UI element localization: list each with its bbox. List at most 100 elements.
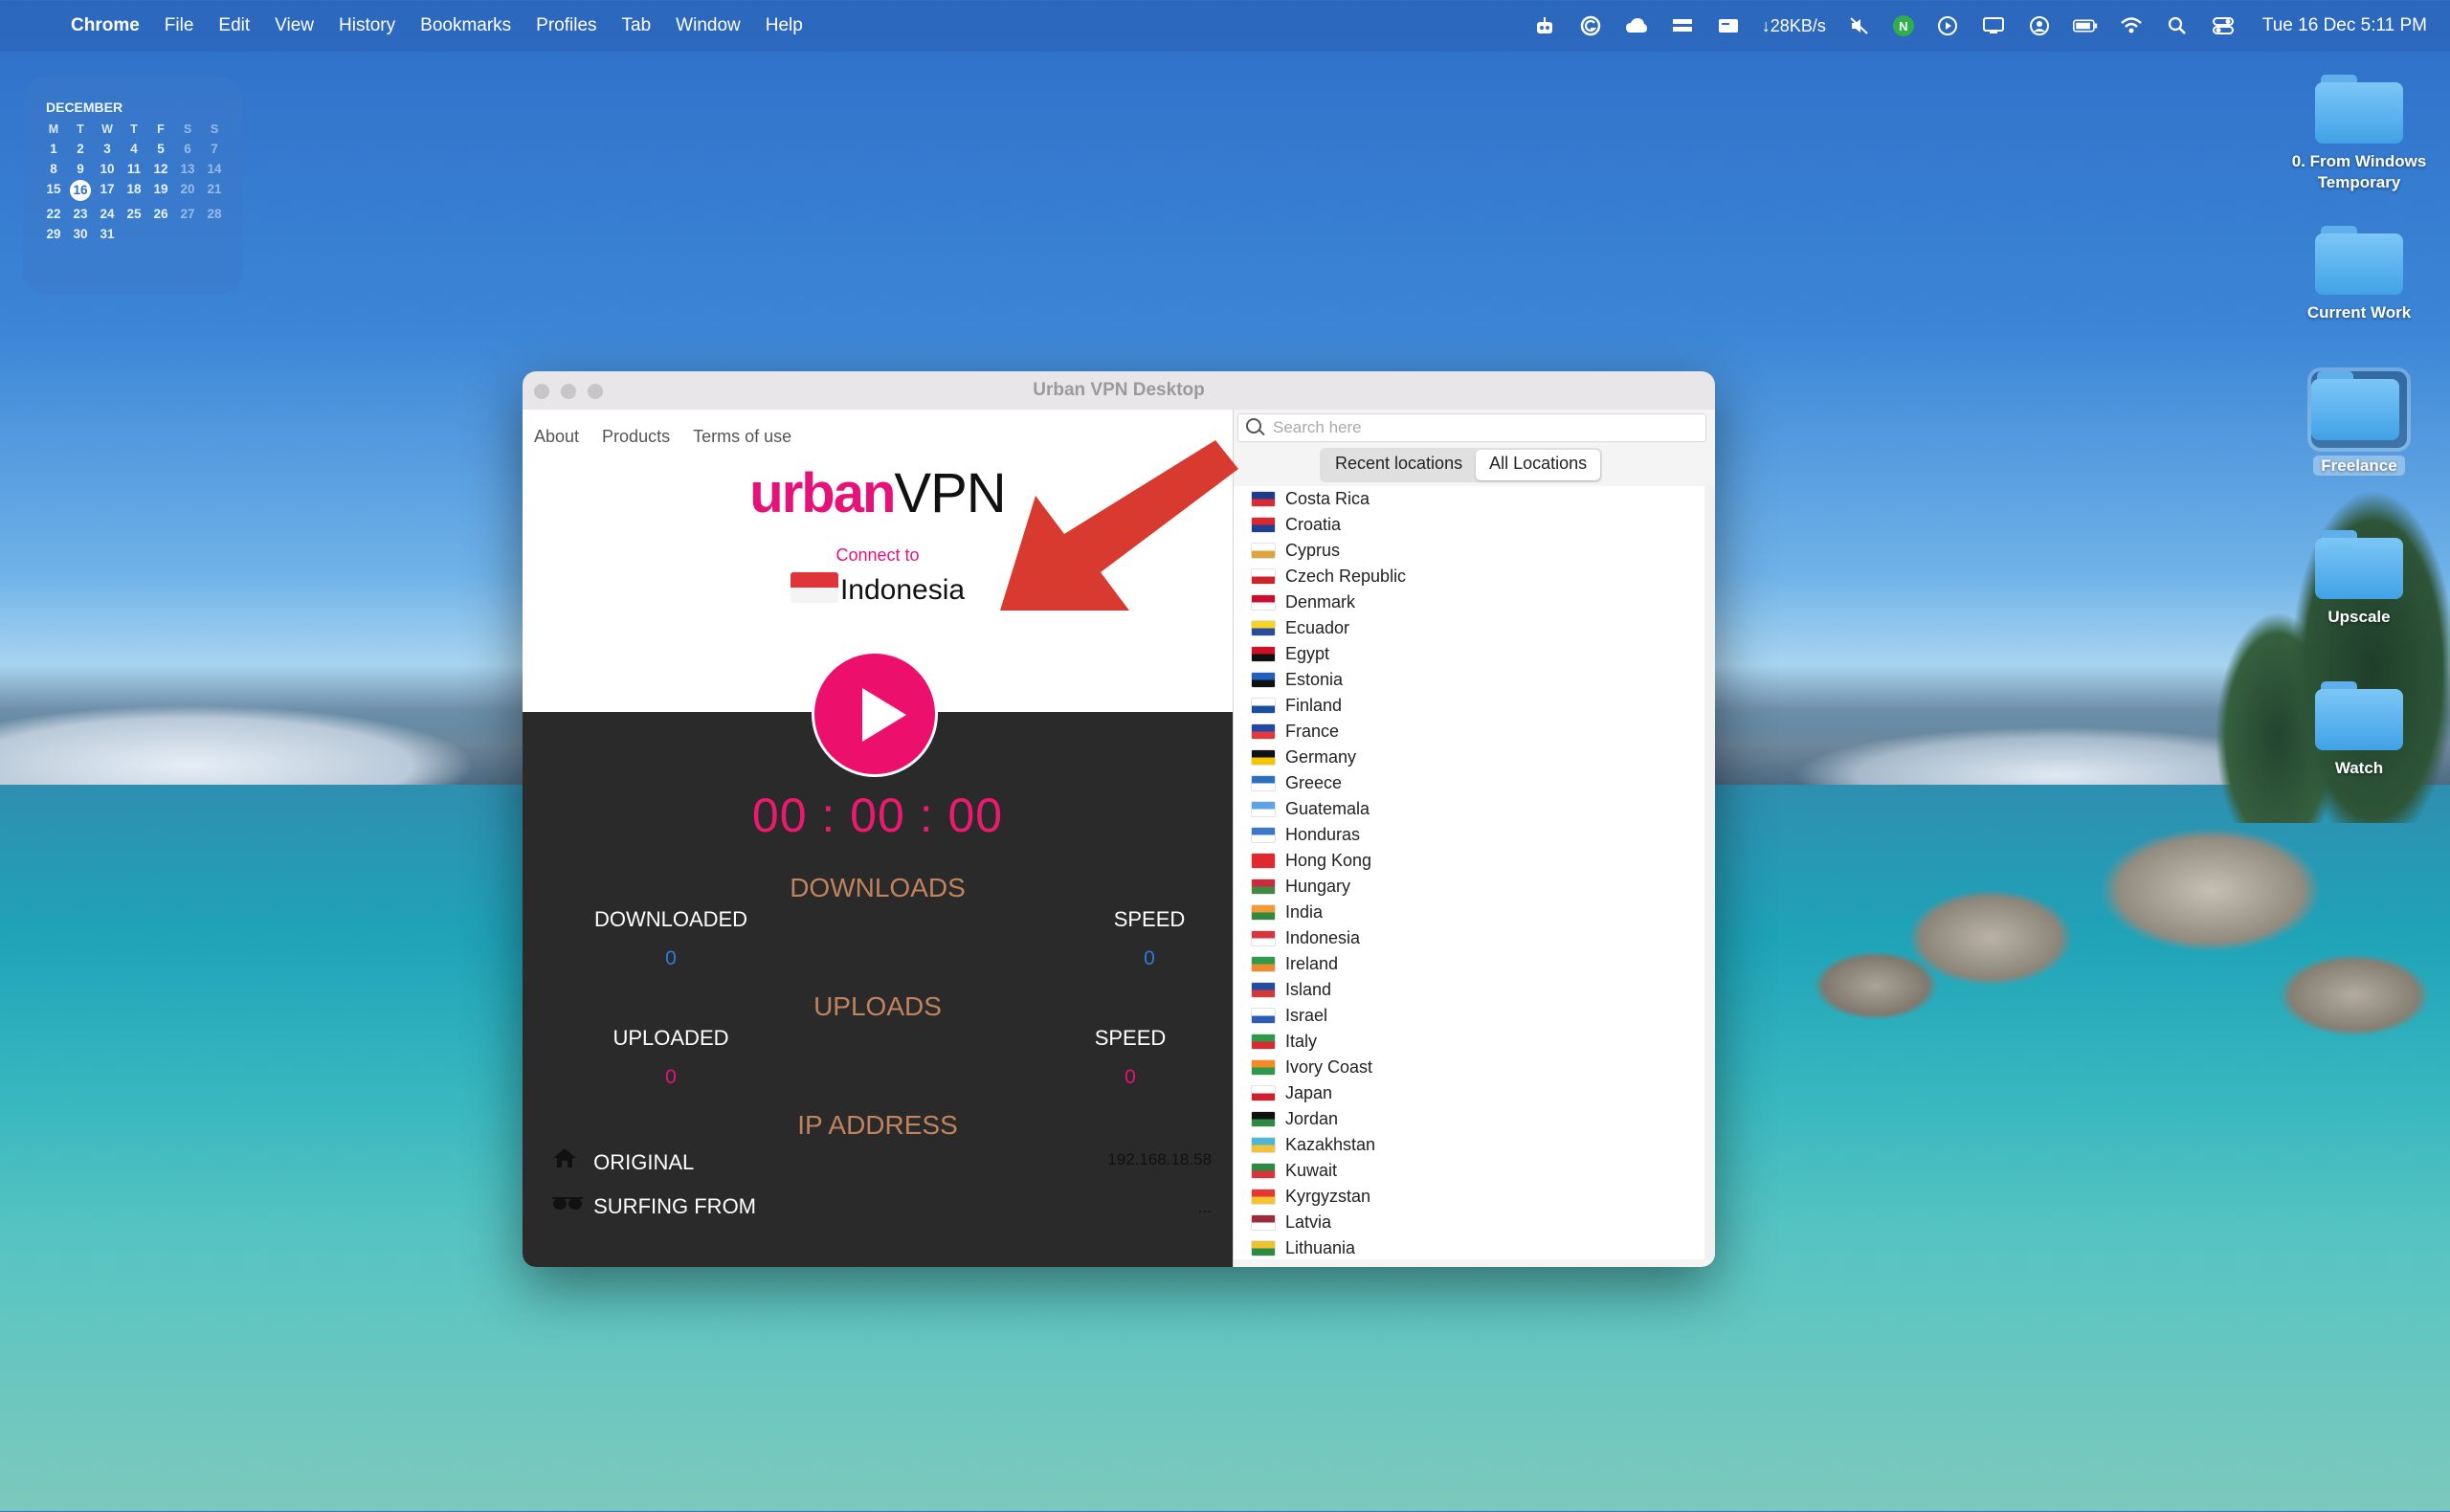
- country-flag-icon: [1251, 672, 1276, 688]
- location-item[interactable]: Kuwait: [1234, 1158, 1704, 1184]
- mute-icon[interactable]: [1847, 16, 1872, 35]
- location-item[interactable]: Hong Kong: [1234, 848, 1704, 874]
- calendar-today: 16: [70, 180, 91, 201]
- location-name: Island: [1285, 980, 1332, 999]
- menu-history[interactable]: History: [339, 15, 395, 36]
- location-list-scrollbar[interactable]: [1706, 486, 1715, 1259]
- location-item[interactable]: Indonesia: [1234, 925, 1704, 951]
- location-item[interactable]: Denmark: [1234, 589, 1704, 615]
- cloud-upload-icon[interactable]: [1624, 16, 1649, 35]
- wifi-icon[interactable]: [2119, 16, 2144, 35]
- location-name: Kyrgyzstan: [1285, 1187, 1371, 1206]
- location-item[interactable]: Costa Rica: [1234, 486, 1704, 512]
- location-name: Japan: [1285, 1083, 1333, 1102]
- location-item[interactable]: Ireland: [1234, 951, 1704, 977]
- location-name: Finland: [1285, 696, 1343, 715]
- location-item[interactable]: Hungary: [1234, 874, 1704, 900]
- menu-tab[interactable]: Tab: [622, 15, 652, 36]
- location-name: Kazakhstan: [1285, 1135, 1376, 1154]
- battery-icon[interactable]: [2072, 16, 2098, 35]
- country-flag-icon: [1251, 1034, 1276, 1050]
- folder-icon: [2315, 226, 2403, 295]
- display-icon[interactable]: [1981, 16, 2006, 35]
- desktop-folder-watch[interactable]: Watch: [2263, 681, 2450, 779]
- country-flag-icon: [1251, 1137, 1276, 1153]
- location-item[interactable]: Guatemala: [1234, 796, 1704, 822]
- calendar-day: 17: [100, 182, 115, 196]
- desktop-folder-from-windows[interactable]: 0. From Windows Temporary: [2263, 75, 2450, 193]
- menu-bookmarks[interactable]: Bookmarks: [420, 15, 511, 36]
- location-item[interactable]: Kyrgyzstan: [1234, 1184, 1704, 1210]
- desktop-folder-current-work[interactable]: Current Work: [2263, 226, 2450, 323]
- stack-icon[interactable]: [1670, 16, 1695, 35]
- play-circle-icon[interactable]: [1935, 16, 1960, 35]
- tab-all-locations[interactable]: All Locations: [1476, 450, 1601, 480]
- location-list[interactable]: Costa Rica Croatia Cyprus Czech Republic Den…: [1234, 486, 1704, 1259]
- location-item[interactable]: India: [1234, 900, 1704, 925]
- tab-recent-locations[interactable]: Recent locations: [1322, 450, 1476, 480]
- calendar-day: 10: [100, 162, 115, 176]
- calendar-weekday: F: [157, 122, 165, 136]
- calendar-grid: M T W T F S S 1 2 3 4 5 6 7 8 9 10 11 12 13 14 15 16 17 18 19 20 21…: [40, 122, 228, 241]
- location-item[interactable]: Latvia: [1234, 1210, 1704, 1235]
- location-item[interactable]: Israel: [1234, 1003, 1704, 1029]
- calendar-weekday: T: [130, 122, 138, 136]
- location-item[interactable]: Estonia: [1234, 667, 1704, 693]
- nav-products[interactable]: Products: [602, 427, 670, 447]
- location-item[interactable]: Czech Republic: [1234, 564, 1704, 589]
- menu-help[interactable]: Help: [766, 15, 803, 36]
- location-item[interactable]: Jordan: [1234, 1106, 1704, 1132]
- location-item[interactable]: France: [1234, 719, 1704, 745]
- menu-profiles[interactable]: Profiles: [536, 15, 596, 36]
- menu-file[interactable]: File: [165, 15, 194, 36]
- desktop-folder-freelance[interactable]: Freelance: [2263, 367, 2450, 477]
- desktop-folder-upscale[interactable]: Upscale: [2263, 530, 2450, 628]
- robot-icon[interactable]: [1532, 16, 1557, 35]
- location-item[interactable]: Japan: [1234, 1080, 1704, 1106]
- location-item[interactable]: Cyprus: [1234, 538, 1704, 564]
- menu-app-name[interactable]: Chrome: [71, 15, 140, 36]
- location-item[interactable]: Croatia: [1234, 512, 1704, 538]
- location-item[interactable]: Lithuania: [1234, 1235, 1704, 1259]
- nav-terms[interactable]: Terms of use: [693, 427, 791, 447]
- ip-address-heading: IP ADDRESS: [797, 1110, 958, 1140]
- location-search-input[interactable]: [1271, 416, 1696, 439]
- country-flag-icon: [1251, 878, 1276, 895]
- grammarly-icon[interactable]: [1578, 15, 1603, 36]
- location-item[interactable]: Honduras: [1234, 822, 1704, 848]
- location-item[interactable]: Greece: [1234, 770, 1704, 796]
- menu-edit[interactable]: Edit: [218, 15, 250, 36]
- location-search[interactable]: [1237, 413, 1706, 442]
- calendar-weekday: T: [77, 122, 84, 136]
- menu-clock[interactable]: Tue 16 Dec 5:11 PM: [2262, 15, 2427, 36]
- country-flag-icon: [1251, 982, 1276, 998]
- upload-speed-label: SPEED: [1094, 1026, 1167, 1050]
- red-arrow-annotation: [1000, 440, 1238, 611]
- menu-window[interactable]: Window: [676, 15, 741, 36]
- menu-view[interactable]: View: [275, 15, 314, 36]
- country-flag-icon: [1251, 1111, 1276, 1127]
- calendar-day: 27: [180, 207, 195, 221]
- window-titlebar[interactable]: Urban VPN Desktop: [523, 371, 1715, 411]
- n-app-icon[interactable]: N: [1892, 15, 1914, 36]
- location-item[interactable]: Island: [1234, 977, 1704, 1003]
- calendar-day: 14: [207, 162, 222, 176]
- calendar-day: 18: [126, 182, 142, 196]
- control-center-icon[interactable]: [2211, 16, 2236, 35]
- location-item[interactable]: Italy: [1234, 1029, 1704, 1055]
- locations-panel: Recent locations All Locations Costa Ric…: [1233, 410, 1715, 1267]
- spotlight-search-icon[interactable]: [2165, 16, 2190, 35]
- location-name: Jordan: [1285, 1109, 1339, 1128]
- nav-about[interactable]: About: [534, 427, 579, 447]
- location-item[interactable]: Kazakhstan: [1234, 1132, 1704, 1158]
- connect-play-button[interactable]: [812, 651, 938, 777]
- location-item[interactable]: Germany: [1234, 745, 1704, 770]
- card-icon[interactable]: [1716, 16, 1741, 35]
- location-item[interactable]: Ecuador: [1234, 615, 1704, 641]
- location-item[interactable]: Ivory Coast: [1234, 1055, 1704, 1080]
- location-item[interactable]: Finland: [1234, 693, 1704, 719]
- network-speed: ↓28KB/s: [1761, 15, 1826, 35]
- calendar-widget[interactable]: DECEMBER M T W T F S S 1 2 3 4 5 6 7 8 9 10 11 12 13 14 15 16 1…: [23, 77, 243, 295]
- location-item[interactable]: Egypt: [1234, 641, 1704, 667]
- user-circle-icon[interactable]: [2027, 16, 2052, 35]
